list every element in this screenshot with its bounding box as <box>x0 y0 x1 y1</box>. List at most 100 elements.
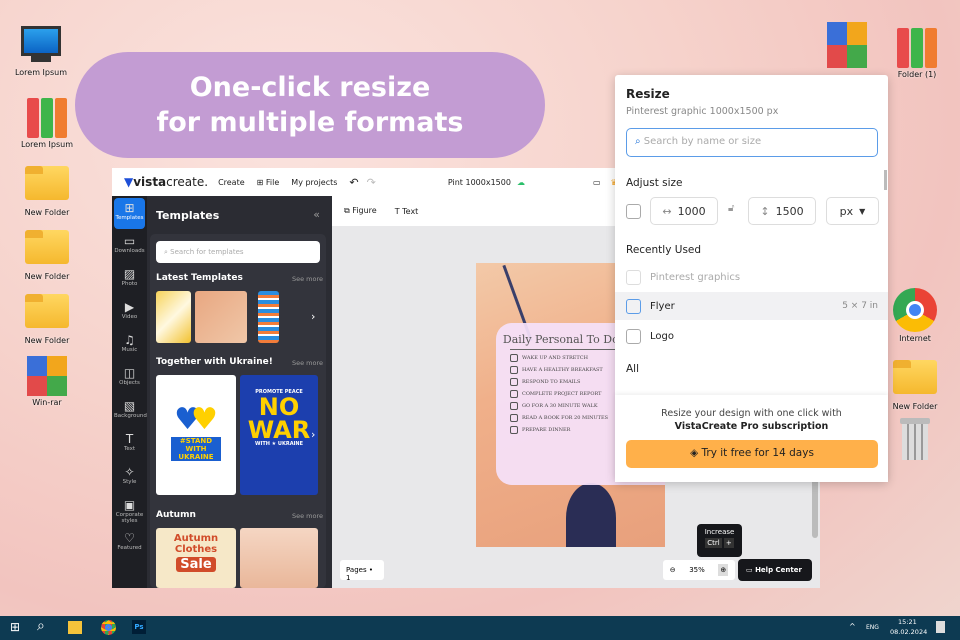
template-thumb-ukraine[interactable]: ♥♥ #STAND WITH UKRAINE <box>156 375 236 495</box>
chat-icon: ▭ <box>746 566 756 574</box>
clock-date[interactable]: 08.02.2024 <box>890 628 927 636</box>
template-thumb[interactable] <box>240 528 318 588</box>
desktop-icon-folder[interactable]: New Folder <box>12 160 82 217</box>
lock-icon[interactable]: 🔓︎ <box>728 203 734 214</box>
desktop-icon-folder[interactable]: New Folder <box>12 288 82 345</box>
language-indicator[interactable]: ENG <box>866 624 879 631</box>
see-more-link[interactable]: See more <box>292 359 323 367</box>
nav-file[interactable]: ⊞ File <box>257 178 280 187</box>
resize-title: Resize <box>626 87 670 101</box>
pages-button[interactable]: Pages • 1 <box>340 560 384 582</box>
template-thumb[interactable] <box>258 291 279 343</box>
rail-templates[interactable]: ⊞ Templates <box>114 198 145 229</box>
winrar-icon <box>825 22 869 68</box>
checkbox-icon <box>510 426 518 434</box>
computer-icon <box>19 26 63 66</box>
folder-icon <box>25 166 69 206</box>
rail-objects[interactable]: ◫ Objects <box>114 363 145 394</box>
rail-downloads[interactable]: ▭ Downloads <box>114 231 145 262</box>
rail-background[interactable]: ▧ Background <box>114 396 147 427</box>
template-thumb-autumn[interactable]: Autumn Clothes Sale <box>156 528 236 588</box>
desktop-icon-recycle-bin[interactable] <box>880 418 950 460</box>
tooltip-increase: Increase Ctrl + <box>697 524 742 557</box>
photoshop-icon[interactable]: Ps <box>132 620 146 634</box>
see-more-link[interactable]: See more <box>292 512 323 520</box>
search-icon: ⌕ <box>635 136 644 147</box>
file-explorer-icon[interactable] <box>68 621 82 634</box>
desktop-icon-folder-1[interactable]: Folder (1) <box>882 28 952 79</box>
clock-time[interactable]: 15:21 <box>898 618 917 626</box>
trash-icon <box>893 418 937 460</box>
rail-text[interactable]: T Text <box>114 429 145 460</box>
collapse-panel-icon[interactable]: « <box>313 208 320 221</box>
width-input[interactable]: ↔ 1000 <box>650 197 718 225</box>
rail-corporate-styles[interactable]: ▣ Corporate styles <box>114 495 145 526</box>
document-title[interactable]: Pint 1000x1500 <box>448 178 511 187</box>
height-arrows-icon: ↕ <box>760 204 770 218</box>
template-thumb-no-war[interactable]: PROMOTE PEACE NO WAR WITH ★ UKRAINE <box>240 375 318 495</box>
chrome-icon[interactable] <box>101 620 116 635</box>
chevron-down-icon: ▼ <box>859 206 866 216</box>
rail-video[interactable]: ▶ Video <box>114 297 145 328</box>
nav-my-projects[interactable]: My projects <box>291 178 337 187</box>
desktop-icon-internet[interactable]: Internet <box>880 288 950 343</box>
desktop-icon-binders[interactable]: Lorem Ipsum <box>12 98 82 149</box>
binders-icon <box>25 98 69 138</box>
notifications-icon[interactable] <box>936 621 945 633</box>
present-icon[interactable]: ▭ <box>593 178 601 187</box>
checkbox-icon <box>510 402 518 410</box>
checkbox-icon <box>510 378 518 386</box>
unit-select[interactable]: px ▼ <box>826 197 879 225</box>
diamond-icon: ◈ <box>690 447 702 459</box>
promo-banner: One-click resize for multiple formats <box>75 52 545 158</box>
section-title: Together with Ukraine! <box>156 357 273 367</box>
template-search-input[interactable]: ⌕ Search for templates <box>156 241 320 263</box>
format-item-flyer[interactable]: Flyer 5 × 7 in <box>615 292 888 320</box>
zoom-out-icon[interactable]: ⊖ <box>670 566 676 574</box>
checkbox-icon <box>510 414 518 422</box>
figure-button[interactable]: ⧉ Figure <box>344 206 377 216</box>
adjust-size-label: Adjust size <box>626 177 683 189</box>
width-arrows-icon: ↔ <box>662 204 672 218</box>
format-item-pinterest[interactable]: Pinterest graphics <box>615 263 888 291</box>
see-more-link[interactable]: See more <box>292 275 323 283</box>
template-thumb[interactable] <box>156 291 191 343</box>
section-title: Latest Templates <box>156 273 243 283</box>
format-item-logo[interactable]: Logo <box>615 322 888 350</box>
rail-photo[interactable]: ▨ Photo <box>114 264 145 295</box>
grid-icon: ⊞ <box>256 177 266 187</box>
redo-icon[interactable]: ↷ <box>367 176 376 189</box>
help-center-button[interactable]: ▭ Help Center <box>738 559 812 581</box>
zoom-in-icon[interactable]: ⊕ <box>718 564 729 576</box>
windows-start-icon[interactable]: ⊞ <box>10 620 20 634</box>
zoom-level[interactable]: 35% <box>689 566 705 574</box>
undo-icon[interactable]: ↶ <box>349 176 358 189</box>
checkbox-icon <box>510 366 518 374</box>
height-input[interactable]: ↕ 1500 <box>748 197 816 225</box>
aspect-checkbox[interactable] <box>626 204 641 219</box>
section-title: Autumn <box>156 510 196 520</box>
rail-featured[interactable]: ♡ Featured <box>114 528 145 559</box>
try-free-button[interactable]: ◈ Try it free for 14 days <box>626 440 878 468</box>
folder-icon <box>25 230 69 270</box>
next-arrow-icon[interactable]: › <box>311 310 315 323</box>
binders-icon <box>895 28 939 68</box>
text-button[interactable]: T Text <box>395 207 419 216</box>
next-arrow-icon[interactable]: › <box>311 428 315 441</box>
rail-style[interactable]: ✧ Style <box>114 462 145 493</box>
tray-chevron-icon[interactable]: ^ <box>849 622 856 631</box>
template-thumb[interactable] <box>195 291 247 343</box>
desktop-icon-winrar[interactable]: Win-rar <box>12 356 82 407</box>
logo[interactable]: ▼vistacreate. <box>124 175 208 189</box>
nav-create[interactable]: Create <box>218 178 245 187</box>
desktop-icon-folder[interactable]: New Folder <box>880 354 950 411</box>
panel-title: Templates <box>156 209 220 222</box>
resize-search-input[interactable]: ⌕ Search by name or size <box>626 128 878 157</box>
desktop-icon-winrar[interactable] <box>812 22 882 68</box>
winrar-icon <box>25 356 69 396</box>
popover-scrollbar[interactable] <box>884 170 887 190</box>
desktop-icon-folder[interactable]: New Folder <box>12 224 82 281</box>
search-icon[interactable]: ⌕ <box>37 618 45 634</box>
rail-music[interactable]: ♫ Music <box>114 330 145 361</box>
desktop-icon-computer[interactable]: Lorem Ipsum <box>6 26 76 77</box>
